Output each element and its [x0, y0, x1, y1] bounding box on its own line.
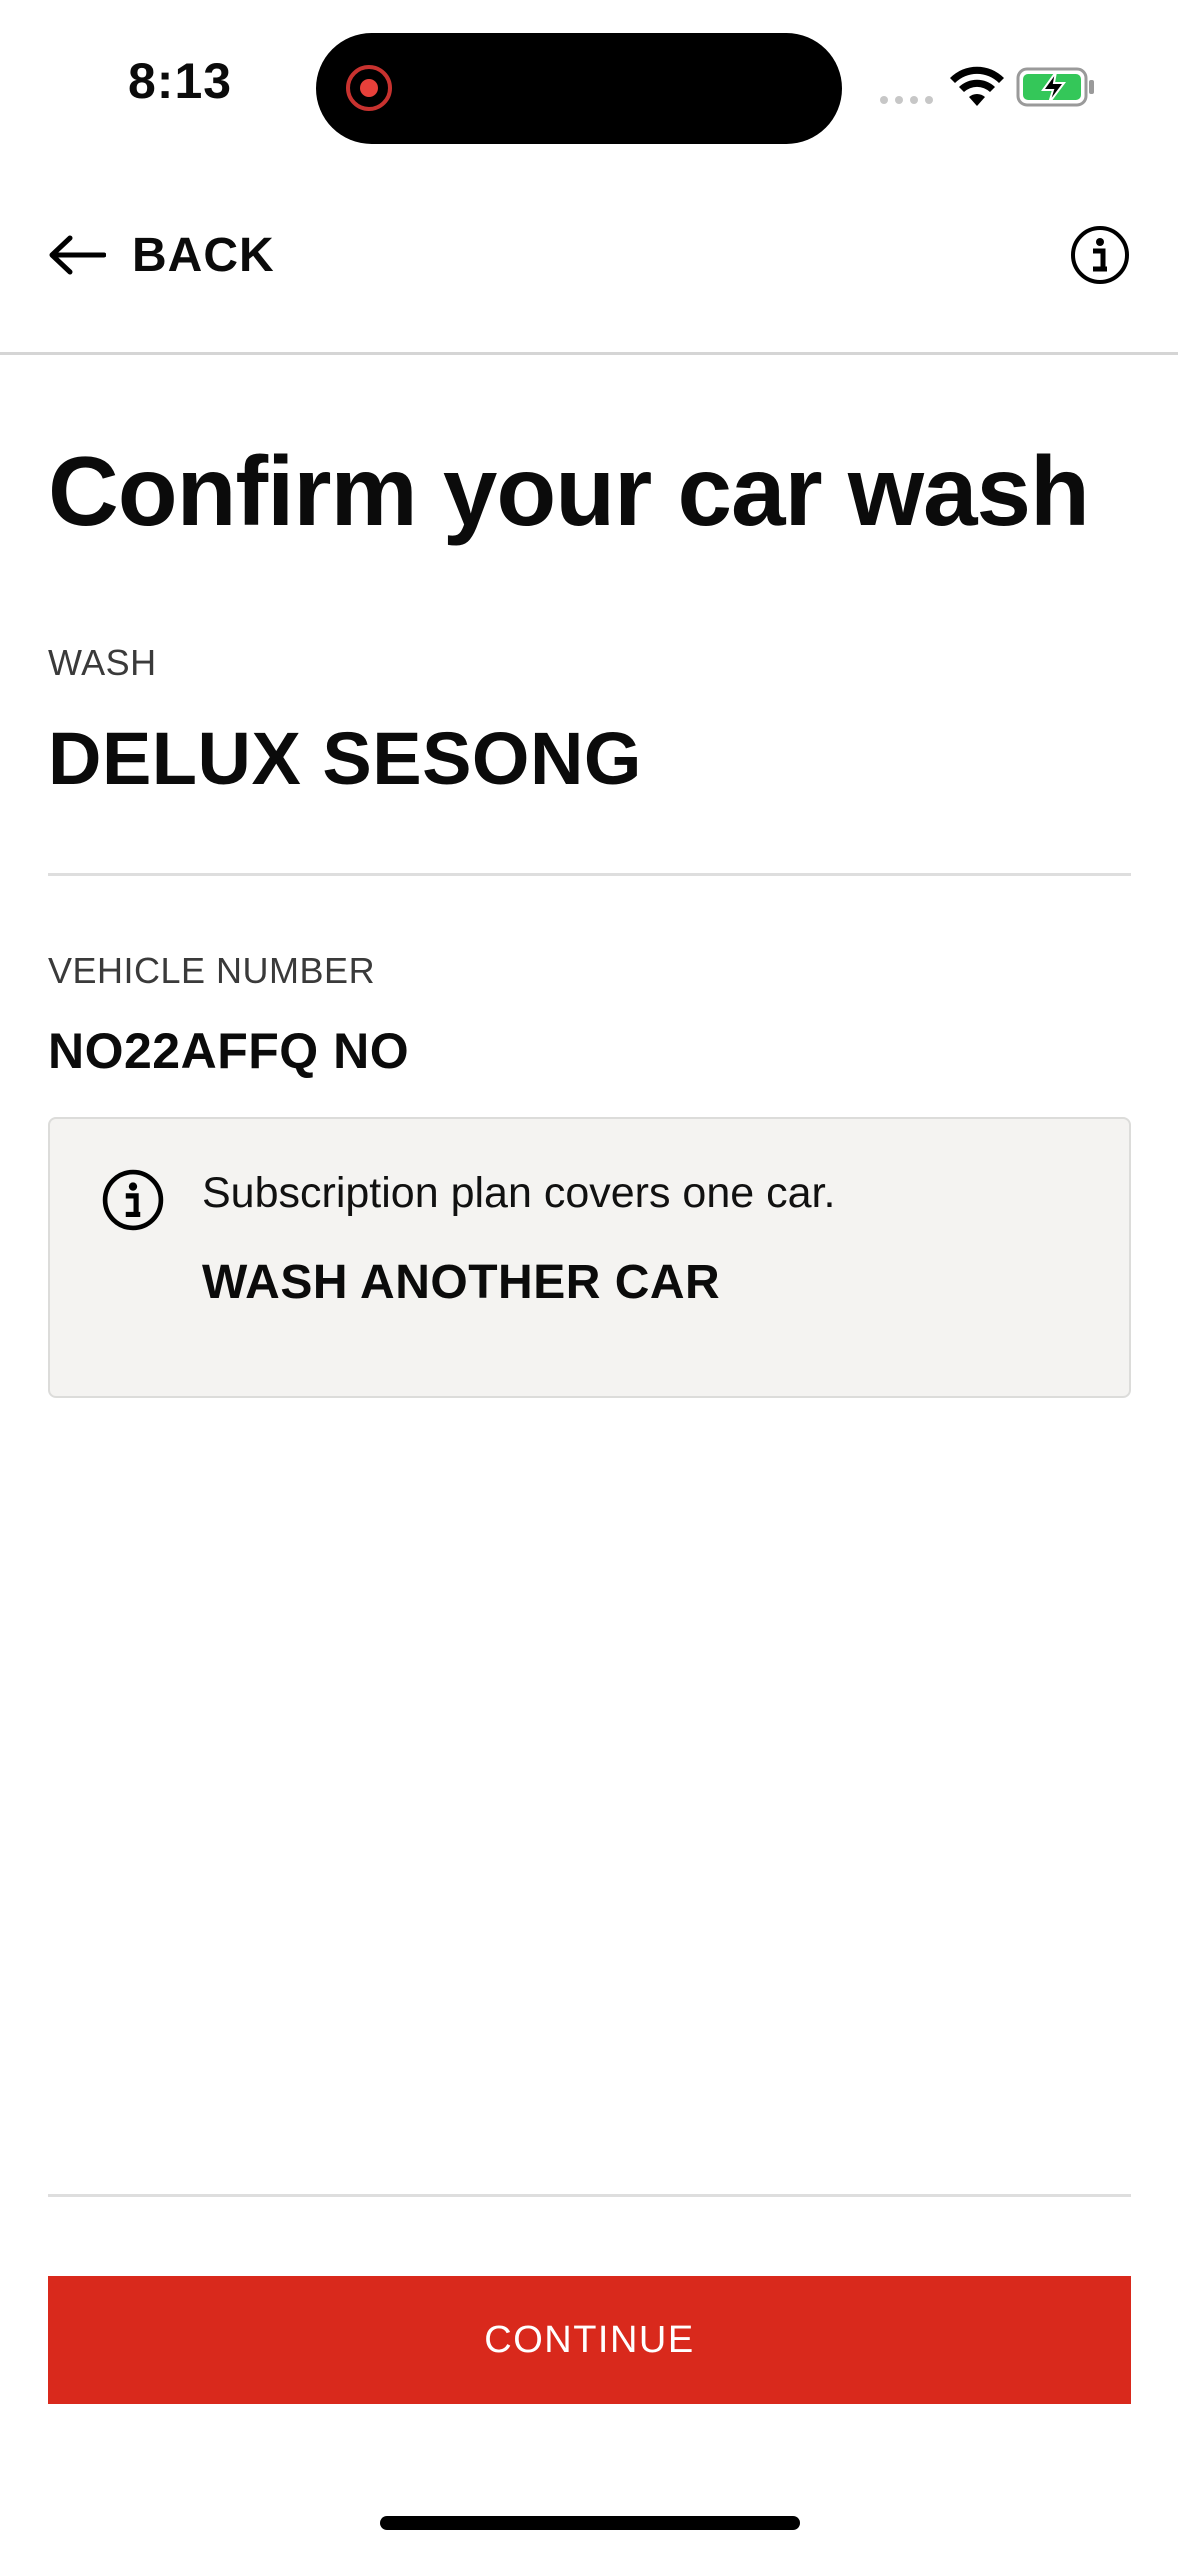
recording-icon: [346, 65, 392, 111]
wash-another-car-link[interactable]: WASH ANOTHER CAR: [202, 1255, 720, 1310]
dynamic-island: [316, 33, 842, 144]
back-label: BACK: [132, 228, 275, 282]
battery-charging-icon: [1016, 67, 1094, 107]
status-bar: 8:13: [0, 0, 1178, 175]
wash-name: DELUX SESONG: [48, 717, 642, 800]
wash-label: WASH: [48, 642, 157, 683]
wifi-icon: [950, 66, 1004, 106]
subscription-notice-text: Subscription plan covers one car.: [202, 1169, 836, 1217]
divider: [48, 873, 1131, 876]
continue-button[interactable]: CONTINUE: [48, 2276, 1131, 2404]
vehicle-number: NO22AFFQ NO: [48, 1023, 410, 1079]
info-circle-icon: [102, 1169, 164, 1231]
info-circle-icon[interactable]: [1070, 225, 1130, 285]
back-button[interactable]: BACK: [48, 225, 275, 285]
page-title: Confirm your car wash: [48, 436, 1090, 546]
arrow-left-icon: [49, 235, 106, 275]
subscription-notice-card: Subscription plan covers one car. WASH A…: [48, 1117, 1131, 1398]
status-time: 8:13: [128, 53, 233, 109]
home-indicator: [380, 2516, 800, 2530]
cellular-signal-icon: [880, 96, 933, 104]
top-nav-bar: BACK: [0, 175, 1178, 355]
vehicle-number-label: VEHICLE NUMBER: [48, 950, 376, 991]
footer-divider: [48, 2194, 1131, 2197]
